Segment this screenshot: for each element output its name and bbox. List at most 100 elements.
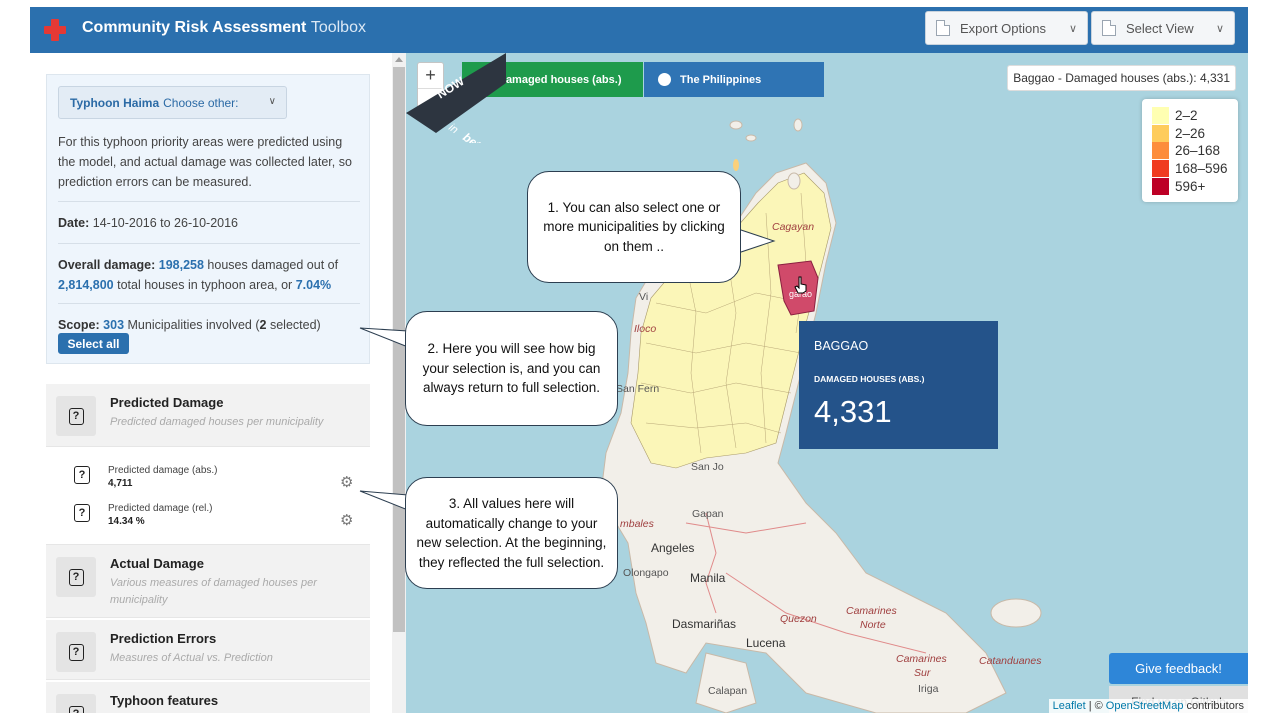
legend-swatch (1152, 142, 1169, 160)
label-camarines-norte-2: Norte (860, 619, 886, 631)
legend-row: 596+ (1152, 177, 1238, 195)
app-window: Community Risk Assessment Toolbox Export… (30, 7, 1248, 713)
label-angeles: Angeles (651, 541, 695, 555)
predicted-rel-value: 14.34 % (108, 516, 145, 527)
chevron-down-icon: ∨ (1215, 23, 1224, 35)
divider (58, 243, 360, 244)
legend-swatch (1152, 160, 1169, 178)
legend-swatch (1152, 124, 1169, 142)
date-label: Date: (58, 216, 90, 230)
label-quezon: Quezon (780, 613, 817, 625)
damage-text1: houses damaged out of (207, 258, 339, 272)
actual-damage-subtitle: Various measures of damaged houses per m… (110, 577, 317, 606)
label-iriga: Iriga (918, 683, 939, 695)
scope-label: Scope: (58, 318, 100, 332)
date-value: 14-10-2016 to 26-10-2016 (92, 216, 239, 230)
typhoon-select-dropdown[interactable]: Typhoon Haima Choose other: ∨ (58, 86, 287, 119)
divider (58, 303, 360, 304)
question-icon[interactable]: ? (74, 504, 90, 522)
map-legend: 2–2 2–26 26–168 168–596 596+ (1142, 99, 1238, 202)
label-camarines-sur-2: Sur (914, 667, 931, 679)
typhoon-features-section[interactable]: ? Typhoon features (46, 682, 370, 713)
label-catanduanes: Catanduanes (979, 655, 1042, 667)
chevron-down-icon: ∨ (268, 96, 276, 107)
app-title-bold: Community Risk Assessment (82, 19, 307, 36)
legend-row: 2–26 (1152, 124, 1238, 143)
popup-metric-value: 4,331 (814, 394, 892, 429)
question-icon: ? (56, 557, 96, 597)
attribution-contributors: contributors (1186, 700, 1244, 712)
leaflet-link[interactable]: Leaflet (1053, 700, 1086, 712)
legend-label: 2–2 (1175, 108, 1198, 124)
mindoro-land (695, 652, 757, 713)
label-lucena: Lucena (746, 636, 786, 650)
scroll-up-arrow-icon[interactable] (395, 57, 403, 62)
predicted-abs-label: Predicted damage (abs.) (108, 465, 218, 476)
export-options-label: Export Options (960, 20, 1046, 36)
red-cross-logo-icon (44, 19, 66, 41)
damage-text2: total houses in typhoon area, or (117, 278, 293, 292)
legend-row: 26–168 (1152, 142, 1238, 160)
damage-row: Overall damage: 198,258 houses damaged o… (58, 255, 363, 295)
tutorial-bubble-2: 2. Here you will see how big your select… (405, 311, 618, 426)
prediction-errors-section[interactable]: ? Prediction Errors Measures of Actual v… (46, 620, 370, 680)
scrollbar-thumb[interactable] (393, 67, 405, 632)
typhoon-features-title: Typhoon features (110, 693, 219, 708)
question-icon: ? (56, 694, 96, 713)
typhoon-choose-other: Choose other: (163, 95, 239, 110)
predicted-damage-title: Predicted Damage (110, 395, 224, 410)
label-manila: Manila (690, 571, 726, 585)
label-camarines-sur-1: Camarines (896, 653, 947, 665)
question-icon: ? (56, 396, 96, 436)
predicted-abs-value: 4,711 (108, 478, 133, 489)
legend-swatch (1152, 107, 1169, 125)
popup-municipality-name: BAGGAO (814, 339, 869, 353)
tab-philippines-label: The Philippines (680, 73, 762, 86)
scope-row: Scope: 303 Municipalities involved (2 se… (58, 315, 363, 335)
select-view-button[interactable]: Select View ∨ (1091, 11, 1235, 45)
give-feedback-button[interactable]: Give feedback! (1109, 653, 1248, 684)
select-all-button[interactable]: Select all (58, 333, 129, 354)
sidebar-scrollbar[interactable] (392, 53, 406, 713)
export-options-button[interactable]: Export Options ∨ (925, 11, 1088, 45)
map-attribution: Leaflet | © OpenStreetMap contributors (1048, 699, 1248, 713)
document-icon (936, 20, 950, 36)
prediction-errors-subtitle: Measures of Actual vs. Prediction (110, 652, 273, 664)
predicted-damage-subtitle: Predicted damaged houses per municipalit… (110, 416, 324, 428)
municipality-popup: BAGGAO DAMAGED HOUSES (ABS.) 4,331 (799, 321, 998, 449)
label-gapan: Gapan (692, 508, 724, 520)
gear-icon[interactable]: ⚙ (340, 475, 354, 490)
question-icon: ? (56, 632, 96, 672)
scope-text2: selected) (269, 318, 321, 332)
tab-philippines[interactable]: The Philippines (644, 62, 824, 97)
tutorial-bubble-1: 1. You can also select one or more munic… (527, 171, 741, 283)
predicted-damage-section[interactable]: ? Predicted Damage Predicted damaged hou… (46, 384, 370, 447)
legend-row: 168–596 (1152, 160, 1238, 178)
legend-swatch (1152, 177, 1169, 195)
actual-damage-section[interactable]: ? Actual Damage Various measures of dama… (46, 545, 370, 618)
document-icon (1102, 20, 1116, 36)
label-dasmarinas: Dasmariñas (672, 617, 737, 631)
label-vi: Vi (639, 291, 649, 303)
date-row: Date: 14-10-2016 to 26-10-2016 (58, 213, 363, 233)
actual-damage-title: Actual Damage (110, 556, 204, 571)
label-ilocos: Iloco (634, 323, 657, 335)
label-zambales: mbales (620, 518, 654, 530)
chevron-down-icon: ∨ (1068, 23, 1077, 35)
damage-houses: 198,258 (158, 258, 204, 272)
question-icon[interactable]: ? (74, 466, 90, 484)
label-san-fernando: San Fern (616, 383, 660, 395)
gear-icon[interactable]: ⚙ (340, 513, 354, 528)
typhoon-name: Typhoon Haima (70, 95, 160, 110)
label-san-jose: San Jo (691, 461, 724, 473)
popup-metric-label: DAMAGED HOUSES (ABS.) (814, 374, 925, 384)
label-calapan: Calapan (708, 685, 748, 697)
osm-link[interactable]: OpenStreetMap (1106, 700, 1184, 712)
damage-label: Overall damage: (58, 258, 156, 272)
beta-ribbon: NOW in beta! (406, 53, 506, 143)
sidebar: Typhoon Haima Choose other: ∨ For this t… (30, 53, 390, 713)
tutorial-bubble-3: 3. All values here will automatically ch… (405, 477, 618, 589)
legend-label: 26–168 (1175, 143, 1221, 159)
scope-count: 303 (103, 318, 125, 332)
attribution-separator: | © (1088, 700, 1103, 712)
